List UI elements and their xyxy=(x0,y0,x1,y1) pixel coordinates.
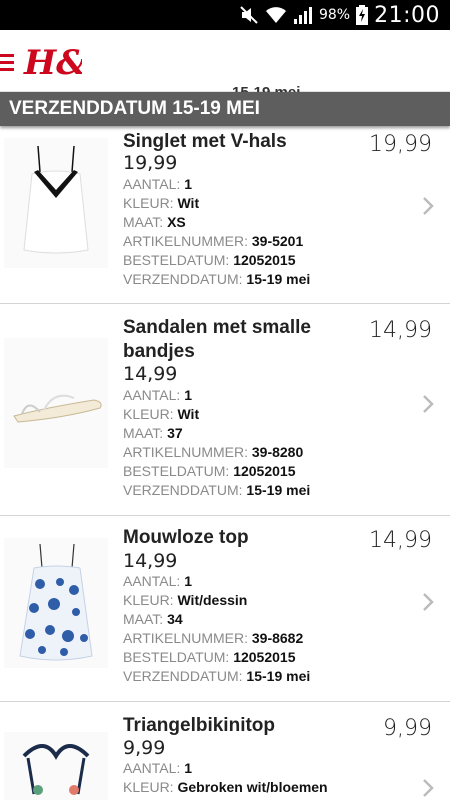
item-price: 14,99 xyxy=(123,363,178,385)
item-order-date: BESTELDATUM: 12052015 xyxy=(123,252,296,268)
order-item[interactable]: Mouwloze top 14,99 14,99 AANTAL: 1 KLEUR… xyxy=(0,516,450,702)
item-price: 9,99 xyxy=(123,737,166,759)
item-name: Triangelbikinitop xyxy=(123,715,276,736)
status-icons: 98% 21:00 xyxy=(239,0,440,30)
item-quantity: AANTAL: 1 xyxy=(123,387,192,403)
item-article-number: ARTIKELNUMMER: 39-8280 xyxy=(123,444,304,460)
item-order-date: BESTELDATUM: 12052015 xyxy=(123,463,296,479)
clock: 21:00 xyxy=(374,2,440,28)
product-image-sandals xyxy=(4,338,108,468)
chevron-right-icon[interactable] xyxy=(422,394,434,414)
order-item[interactable]: Triangelbikinitop 9,99 9,99 AANTAL: 1 KL… xyxy=(0,702,450,800)
item-quantity: AANTAL: 1 xyxy=(123,176,192,192)
battery-charging-icon xyxy=(356,5,369,25)
item-size: MAAT: 37 xyxy=(123,425,183,441)
item-order-date: BESTELDATUM: 12052015 xyxy=(123,649,296,665)
chevron-right-icon[interactable] xyxy=(422,592,434,612)
item-article-number: ARTIKELNUMMER: 39-5201 xyxy=(123,233,304,249)
status-bar: 98% 21:00 xyxy=(0,0,450,30)
item-name: Sandalen met smalle xyxy=(123,317,311,338)
hamburger-icon[interactable] xyxy=(0,54,14,72)
battery-percent: 98% xyxy=(318,7,351,23)
item-total: 19,99 xyxy=(369,132,432,157)
item-size: MAAT: XS xyxy=(123,214,186,230)
chevron-right-icon[interactable] xyxy=(422,778,434,798)
item-price: 14,99 xyxy=(123,550,178,572)
product-image-top xyxy=(4,538,108,668)
item-name: Singlet met V-hals xyxy=(123,131,287,152)
item-price: 19,99 xyxy=(123,152,178,174)
app-bar: H&M 15-19 mei xyxy=(0,30,450,101)
svg-text:H&M: H&M xyxy=(23,43,82,82)
item-quantity: AANTAL: 1 xyxy=(123,573,192,589)
item-ship-date: VERZENDDATUM: 15-19 mei xyxy=(123,482,311,498)
order-item[interactable]: Singlet met V-hals 19,99 19,99 AANTAL: 1… xyxy=(0,126,450,304)
chevron-right-icon[interactable] xyxy=(422,196,434,216)
order-item[interactable]: Sandalen met smalle bandjes 14,99 14,99 … xyxy=(0,304,450,516)
item-name: Mouwloze top xyxy=(123,527,249,548)
product-image-bikini xyxy=(4,732,108,800)
product-image-singlet xyxy=(4,138,108,268)
item-color: KLEUR: Gebroken wit/bloemen xyxy=(123,779,328,795)
item-total: 14,99 xyxy=(369,528,432,553)
wifi-icon xyxy=(265,7,286,23)
item-article-number: ARTIKELNUMMER: 39-8682 xyxy=(123,630,304,646)
item-size: MAAT: 34 xyxy=(123,611,183,627)
item-total: 14,99 xyxy=(369,318,432,343)
item-color: KLEUR: Wit xyxy=(123,406,200,422)
item-color: KLEUR: Wit xyxy=(123,195,200,211)
hm-logo[interactable]: H&M xyxy=(22,40,82,82)
mute-icon xyxy=(240,6,258,24)
signal-icon xyxy=(293,7,312,24)
item-ship-date: VERZENDDATUM: 15-19 mei xyxy=(123,668,311,684)
section-header: VERZENDDATUM 15-19 MEI xyxy=(0,92,450,126)
item-total: 9,99 xyxy=(383,716,432,741)
item-color: KLEUR: Wit/dessin xyxy=(123,592,248,608)
item-name-continued: bandjes xyxy=(123,341,195,362)
item-ship-date: VERZENDDATUM: 15-19 mei xyxy=(123,271,311,287)
item-quantity: AANTAL: 1 xyxy=(123,760,192,776)
